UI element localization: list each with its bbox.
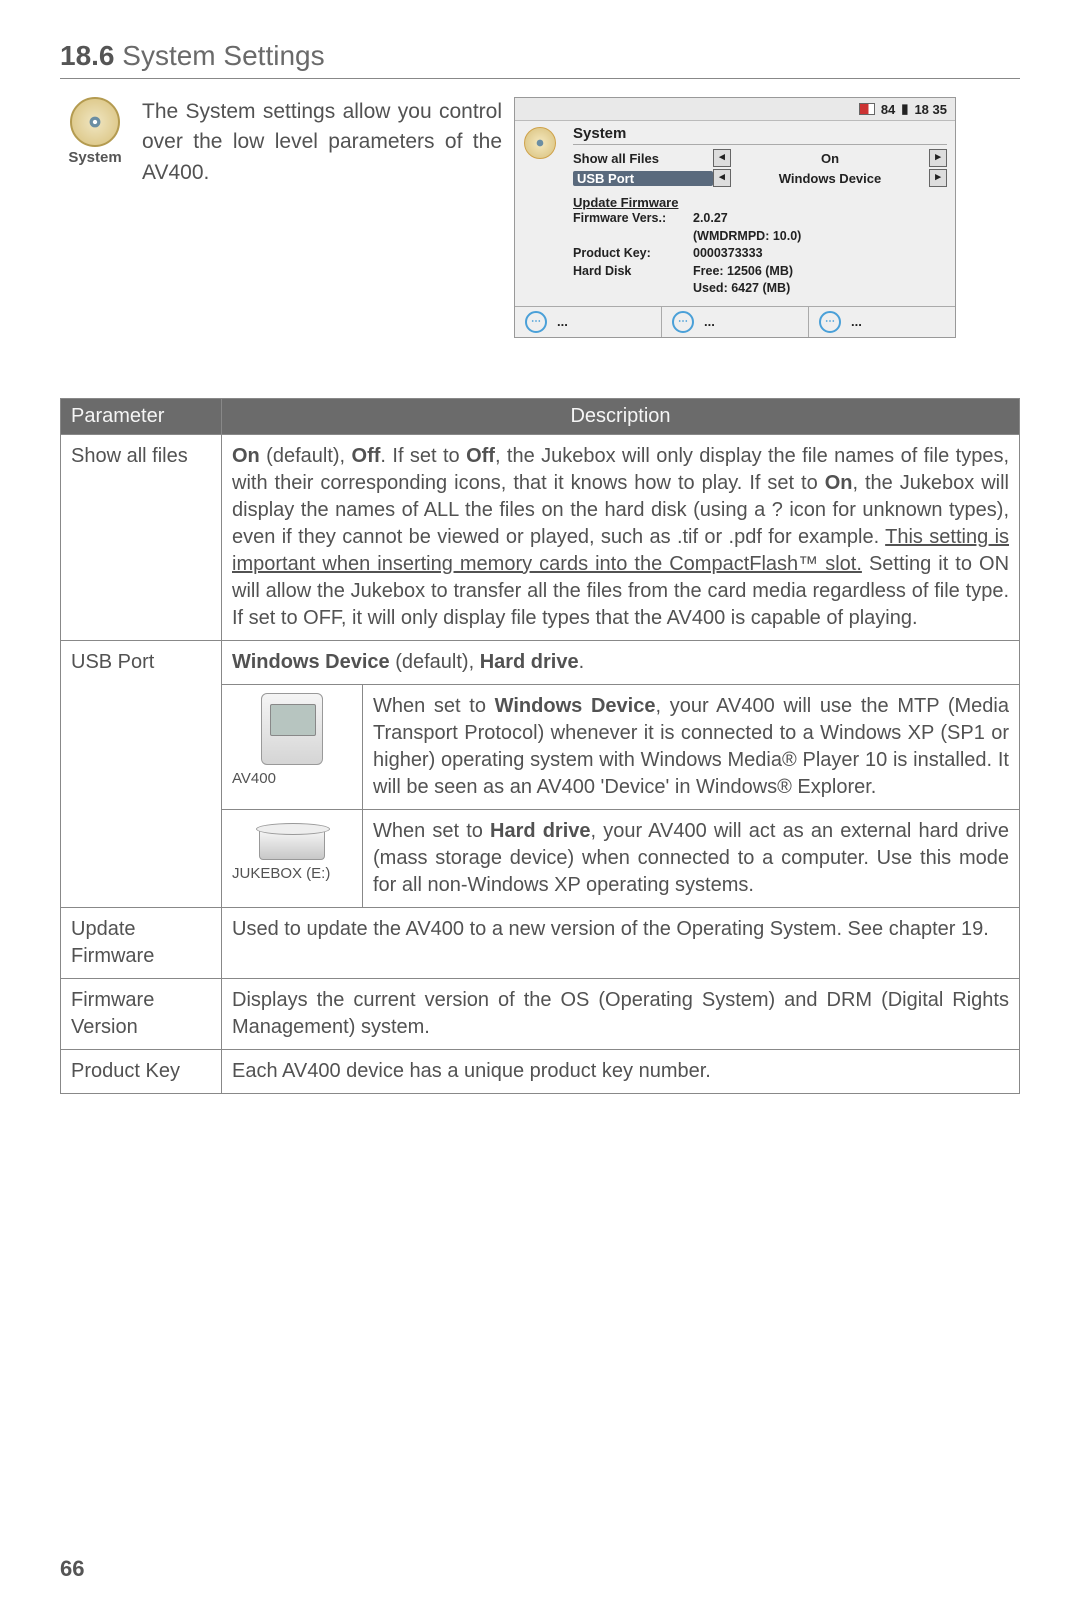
table-row: USB Port Windows Device (default), Hard … [61, 640, 1020, 684]
fw-value: 2.0.27 [693, 211, 728, 225]
table-row: Update Firmware Used to update the AV400… [61, 907, 1020, 978]
setting-value: Windows Device [731, 171, 929, 186]
gear-icon [70, 97, 120, 147]
intro-row: System The System settings allow you con… [60, 97, 1020, 338]
setting-label: USB Port [573, 171, 713, 186]
hd-used: Used: 6427 (MB) [693, 281, 790, 295]
system-icon-column: System [60, 97, 130, 338]
drive-icon [259, 828, 325, 860]
arrow-right-icon[interactable]: ▸ [929, 169, 947, 187]
device-info-block: Firmware Vers.:2.0.27 (WMDRMPD: 10.0) Pr… [573, 210, 947, 298]
pk-label: Product Key: [573, 245, 693, 263]
setting-row-usbport: USB Port ◂ Windows Device ▸ [573, 169, 947, 187]
av400-device-icon: AV400 [222, 684, 363, 809]
device-time: 18 35 [914, 102, 947, 117]
usb-harddrive-desc: When set to Hard drive, your AV400 will … [363, 809, 1020, 907]
hd-free: Free: 12506 (MB) [693, 264, 793, 278]
softkey-2[interactable]: ⋯... [662, 307, 809, 337]
setting-value: On [731, 151, 929, 166]
param-desc: Used to update the AV400 to a new versio… [222, 907, 1020, 978]
softkey-icon: ⋯ [672, 311, 694, 333]
harddrive-icon: JUKEBOX (E:) [222, 809, 363, 907]
battery-level: 84 [881, 102, 895, 117]
parameter-table: Parameter Description Show all files On … [60, 398, 1020, 1094]
usb-windows-desc: When set to Windows Device, your AV400 w… [363, 684, 1020, 809]
table-row: Firmware Version Displays the current ve… [61, 978, 1020, 1049]
param-desc: On (default), Off. If set to Off, the Ju… [222, 434, 1020, 640]
arrow-left-icon[interactable]: ◂ [713, 149, 731, 167]
setting-label: Show all Files [573, 151, 713, 166]
param-name: Show all files [61, 434, 222, 640]
device-screenshot: 84 ▮ 18 35 System Show all Files ◂ On ▸ [514, 97, 1020, 338]
system-icon-label: System [60, 149, 130, 166]
clock-icon: ▮ [901, 101, 908, 117]
softkey-3[interactable]: ⋯... [809, 307, 955, 337]
section-title: System Settings [122, 40, 324, 71]
drm-value: (WMDRMPD: 10.0) [693, 229, 801, 243]
softkey-icon: ⋯ [819, 311, 841, 333]
setting-row-showall: Show all Files ◂ On ▸ [573, 149, 947, 167]
gear-icon [524, 127, 556, 159]
hd-label: Hard Disk [573, 263, 693, 281]
param-desc: Displays the current version of the OS (… [222, 978, 1020, 1049]
intro-text: The System settings allow you control ov… [142, 97, 502, 338]
battery-icon [859, 103, 875, 115]
page-number: 66 [60, 1556, 84, 1582]
section-heading: 18.6 System Settings [60, 40, 1020, 79]
table-row: Show all files On (default), Off. If set… [61, 434, 1020, 640]
param-name: Firmware Version [61, 978, 222, 1049]
param-desc: Each AV400 device has a unique product k… [222, 1049, 1020, 1093]
section-number: 18.6 [60, 40, 115, 71]
pk-value: 0000373333 [693, 246, 763, 260]
device-icon [261, 693, 323, 765]
param-name: Product Key [61, 1049, 222, 1093]
arrow-left-icon[interactable]: ◂ [713, 169, 731, 187]
softkey-icon: ⋯ [525, 311, 547, 333]
device-statusbar: 84 ▮ 18 35 [515, 98, 955, 121]
table-row: Product Key Each AV400 device has a uniq… [61, 1049, 1020, 1093]
update-firmware-link[interactable]: Update Firmware [573, 195, 947, 210]
device-footer: ⋯... ⋯... ⋯... [515, 306, 955, 337]
softkey-1[interactable]: ⋯... [515, 307, 662, 337]
device-icon-label: AV400 [232, 769, 352, 789]
header-parameter: Parameter [61, 398, 222, 434]
header-description: Description [222, 398, 1020, 434]
device-icon-column [515, 121, 565, 306]
drive-icon-label: JUKEBOX (E:) [232, 864, 352, 884]
usb-options: Windows Device (default), Hard drive. [222, 640, 1020, 684]
device-title: System [573, 125, 947, 145]
param-name: Update Firmware [61, 907, 222, 978]
arrow-right-icon[interactable]: ▸ [929, 149, 947, 167]
param-name: USB Port [61, 640, 222, 907]
fw-label: Firmware Vers.: [573, 210, 693, 228]
